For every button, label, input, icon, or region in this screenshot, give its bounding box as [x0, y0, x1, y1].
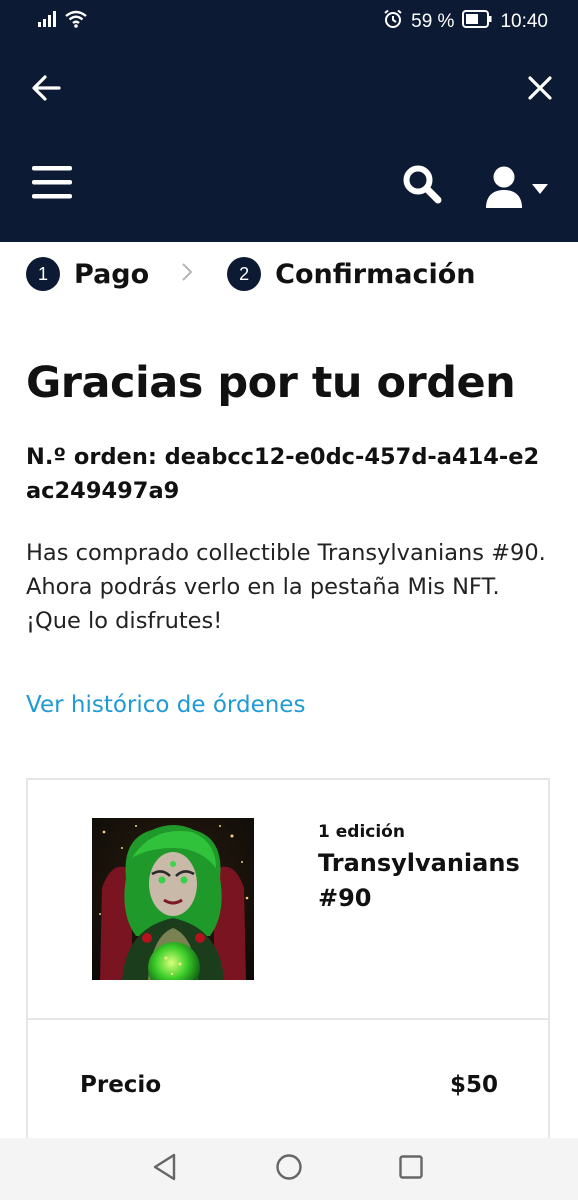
status-bar: 59 % 10:40 — [0, 0, 578, 44]
order-history-link[interactable]: Ver histórico de órdenes — [26, 692, 305, 718]
step-2-label: Confirmación — [275, 258, 476, 290]
user-icon — [484, 164, 524, 212]
user-menu-button[interactable] — [478, 164, 554, 212]
step-1-badge: 1 — [26, 257, 60, 291]
app-header — [0, 44, 578, 242]
system-nav-bar — [0, 1138, 578, 1200]
close-icon — [527, 75, 553, 105]
caret-down-icon — [532, 179, 548, 198]
signal-icon — [38, 11, 58, 32]
hamburger-menu-icon — [31, 164, 73, 204]
order-summary-card: 1 edición Transylvanians #90 Precio $50 — [26, 778, 550, 1198]
wifi-icon — [64, 10, 88, 33]
alarm-icon — [383, 9, 403, 35]
price-label: Precio — [80, 1072, 162, 1098]
arrow-left-icon — [31, 75, 61, 105]
price-value: $50 — [449, 1072, 498, 1098]
back-triangle-icon — [152, 1153, 178, 1185]
page-title: Gracias por tu orden — [26, 358, 516, 408]
back-button[interactable] — [28, 72, 64, 108]
nft-item: 1 edición Transylvanians #90 — [28, 780, 548, 1020]
battery-percentage: 59 % — [411, 11, 455, 32]
chevron-right-icon — [181, 260, 193, 288]
nft-edition: 1 edición — [318, 822, 405, 842]
checkout-steps: 1 Pago 2 Confirmación — [26, 252, 475, 296]
nav-recents-button[interactable] — [394, 1152, 428, 1186]
order-number: N.º orden: deabcc12-e0dc-457d-a414-e2ac2… — [26, 444, 540, 504]
step-2-badge: 2 — [227, 257, 262, 291]
clock-time: 10:40 — [500, 11, 548, 32]
purchase-message: Has comprado collectible Transylvanians … — [26, 540, 546, 634]
battery-icon — [462, 10, 492, 34]
recents-square-icon — [398, 1154, 424, 1184]
nav-back-button[interactable] — [148, 1152, 182, 1186]
search-button[interactable] — [400, 164, 444, 208]
search-icon — [402, 164, 442, 208]
step-1-label: Pago — [74, 258, 150, 290]
nft-thumbnail[interactable] — [92, 818, 254, 980]
home-circle-icon — [275, 1153, 303, 1185]
close-button[interactable] — [522, 72, 558, 108]
nav-home-button[interactable] — [272, 1152, 306, 1186]
menu-button[interactable] — [30, 162, 74, 206]
nft-name: Transylvanians #90 — [318, 849, 520, 912]
